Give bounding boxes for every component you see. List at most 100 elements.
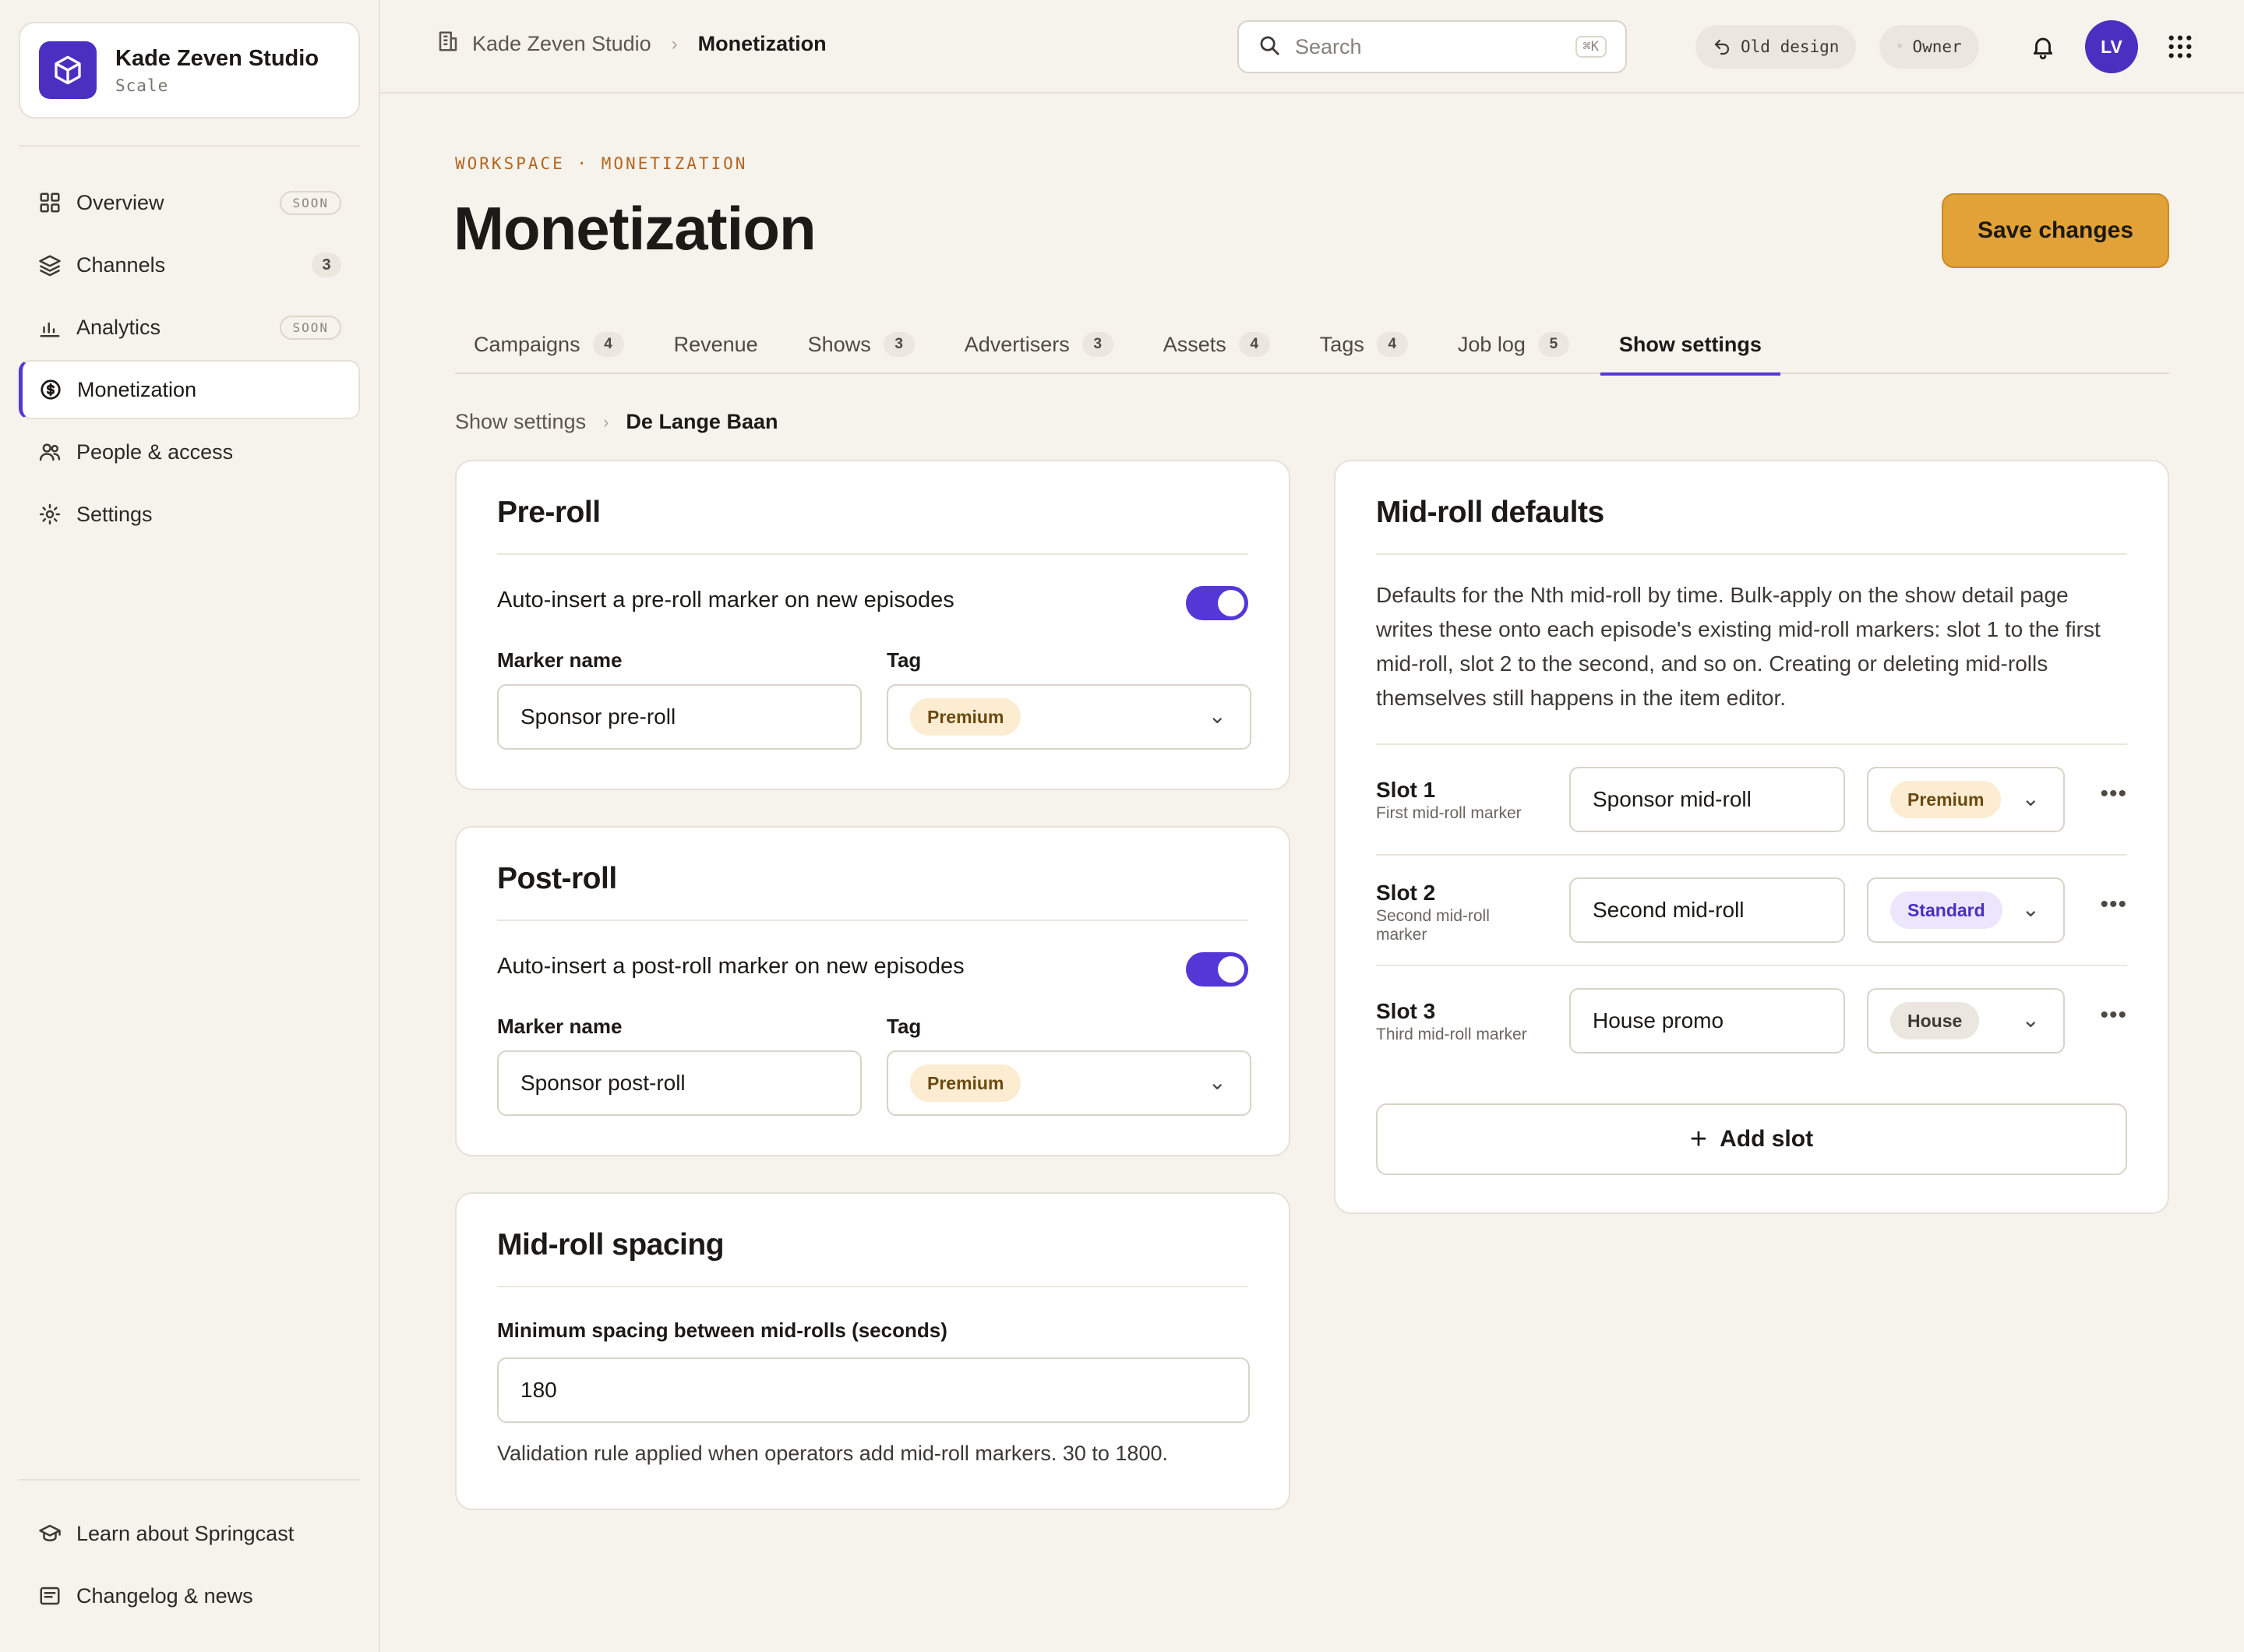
tag-chip: Premium (910, 1064, 1021, 1102)
tab-count: 4 (1238, 332, 1270, 357)
slot-marker-input[interactable] (1569, 988, 1845, 1054)
slot-title: Slot 3 (1376, 999, 1436, 1023)
undo-icon (1713, 37, 1731, 56)
breadcrumb-separator-icon: › (671, 33, 678, 55)
apps-grid-icon[interactable] (2163, 30, 2197, 64)
search-box[interactable]: ⌘K (1237, 20, 1627, 73)
tab-label: Assets (1163, 332, 1226, 356)
slot-tag-select[interactable]: House ⌄ (1867, 988, 2065, 1054)
slot-tag-select[interactable]: Premium ⌄ (1867, 767, 2065, 832)
tab-show-settings[interactable]: Show settings (1600, 315, 1780, 376)
sidebar-item-changelog[interactable]: Changelog & news (19, 1566, 360, 1626)
spacing-help: Validation rule applied when operators a… (497, 1442, 1168, 1465)
slot-row: Slot 1 First mid-roll marker Premium ⌄ •… (1376, 743, 2127, 854)
tab-advertisers[interactable]: Advertisers 3 (946, 315, 1132, 374)
tab-label: Job log (1457, 332, 1526, 356)
tab-label: Campaigns (474, 332, 580, 356)
slot-title: Slot 1 (1376, 778, 1436, 802)
sidebar-item-label: Channels (76, 252, 166, 277)
card-title: Mid-roll spacing (497, 1228, 725, 1262)
old-design-button[interactable]: Old design (1695, 25, 1857, 69)
slot-row: Slot 2 Second mid-roll marker Standard ⌄… (1376, 854, 2127, 965)
gear-icon (37, 502, 62, 527)
sidebar-item-settings[interactable]: Settings (19, 485, 360, 544)
postroll-toggle[interactable] (1186, 952, 1248, 987)
search-shortcut: ⌘K (1575, 36, 1607, 58)
more-options-icon[interactable]: ••• (2100, 1002, 2127, 1029)
tab-assets[interactable]: Assets 4 (1145, 315, 1289, 374)
tag-chip: Premium (910, 698, 1021, 736)
soon-badge: SOON (280, 315, 341, 340)
sidebar-divider (19, 145, 360, 146)
page-title: Monetization (453, 194, 817, 263)
avatar[interactable]: LV (2085, 20, 2138, 73)
count-badge: 3 (312, 252, 341, 277)
tab-label: Tags (1319, 332, 1364, 356)
slot-marker-input[interactable] (1569, 877, 1845, 943)
slot-subtitle: Third mid-roll marker (1376, 1025, 1527, 1043)
slot-row: Slot 3 Third mid-roll marker House ⌄ ••• (1376, 965, 2127, 1075)
postroll-marker-input[interactable] (497, 1050, 862, 1116)
midroll-defaults-card: Mid-roll defaults Defaults for the Nth m… (1334, 460, 2169, 1214)
sub-breadcrumb-parent[interactable]: Show settings (455, 410, 586, 434)
workspace-name: Kade Zeven Studio (115, 45, 319, 71)
tab-tags[interactable]: Tags 4 (1301, 315, 1427, 374)
preroll-marker-input[interactable] (497, 684, 862, 750)
sidebar-item-channels[interactable]: Channels 3 (19, 235, 360, 295)
tab-job-log[interactable]: Job log 5 (1439, 315, 1588, 374)
breadcrumb-separator-icon: › (603, 411, 609, 432)
sidebar-item-overview[interactable]: Overview SOON (19, 173, 360, 232)
preroll-tag-select[interactable]: Premium ⌄ (887, 684, 1251, 750)
sub-breadcrumb: Show settings › De Lange Baan (455, 410, 778, 434)
sidebar-item-learn[interactable]: Learn about Springcast (19, 1504, 360, 1563)
spacing-input[interactable] (497, 1357, 1250, 1423)
sidebar-item-label: Settings (76, 502, 153, 526)
spacing-card: Mid-roll spacing Minimum spacing between… (455, 1192, 1290, 1510)
preroll-toggle[interactable] (1186, 586, 1248, 620)
tag-chip: House (1890, 1002, 1980, 1040)
sidebar-item-analytics[interactable]: Analytics SOON (19, 298, 360, 357)
search-icon (1258, 34, 1281, 61)
sidebar-item-monetization[interactable]: Monetization (19, 360, 360, 419)
breadcrumb-current: Monetization (697, 32, 827, 55)
save-button[interactable]: Save changes (1942, 193, 2169, 268)
search-input[interactable] (1295, 34, 1575, 59)
more-options-icon[interactable]: ••• (2100, 891, 2127, 918)
card-title: Mid-roll defaults (1376, 496, 1604, 529)
slot-marker-input[interactable] (1569, 767, 1845, 832)
midroll-description: Defaults for the Nth mid-roll by time. B… (1376, 583, 2101, 710)
role-label: Owner (1912, 37, 1962, 56)
sidebar-divider (19, 1479, 360, 1481)
breadcrumb-workspace[interactable]: Kade Zeven Studio (472, 32, 651, 56)
preroll-toggle-label: Auto-insert a pre-roll marker on new epi… (497, 588, 954, 612)
page-eyebrow: WORKSPACE · MONETIZATION (455, 154, 748, 173)
marker-name-label: Marker name (497, 648, 623, 672)
workspace-info: Kade Zeven Studio Scale (115, 46, 319, 95)
card-divider (497, 920, 1248, 921)
add-slot-button[interactable]: + Add slot (1376, 1103, 2127, 1175)
soon-badge: SOON (280, 190, 341, 215)
tab-count: 3 (883, 332, 915, 357)
slot-tag-select[interactable]: Standard ⌄ (1867, 877, 2065, 943)
tab-revenue[interactable]: Revenue (655, 315, 777, 374)
chevron-down-icon: ⌄ (2021, 786, 2040, 810)
workspace-switcher[interactable]: Kade Zeven Studio Scale (19, 22, 360, 118)
bell-icon[interactable] (2026, 30, 2060, 64)
sidebar-item-label: Changelog & news (76, 1583, 253, 1608)
tab-label: Advertisers (964, 332, 1070, 356)
more-options-icon[interactable]: ••• (2100, 781, 2127, 807)
plus-icon: + (1689, 1123, 1708, 1156)
sidebar-item-label: Learn about Springcast (76, 1521, 295, 1545)
currency-icon (38, 377, 63, 402)
tab-label: Show settings (1618, 332, 1762, 356)
card-divider (497, 553, 1248, 555)
card-divider (1376, 553, 2127, 555)
chevron-down-icon: ⌄ (1208, 1070, 1226, 1094)
tab-count: 4 (592, 332, 624, 357)
tab-campaigns[interactable]: Campaigns 4 (455, 315, 643, 374)
postroll-tag-select[interactable]: Premium ⌄ (887, 1050, 1251, 1116)
card-title: Pre-roll (497, 496, 601, 529)
sidebar-item-people[interactable]: People & access (19, 422, 360, 482)
slot-subtitle: First mid-roll marker (1376, 804, 1522, 822)
tab-shows[interactable]: Shows 3 (789, 315, 933, 374)
